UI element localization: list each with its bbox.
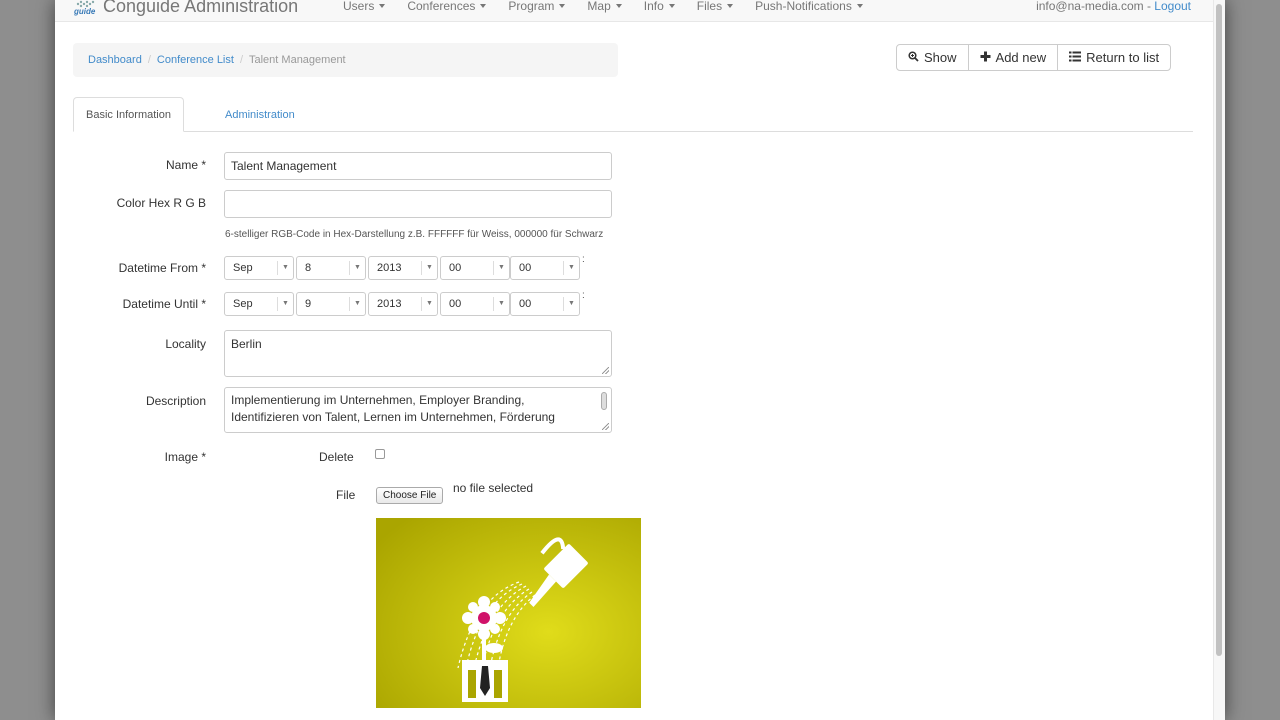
no-file-text: no file selected [453, 481, 534, 495]
image-label: Image * [164, 450, 206, 464]
locality-value: Berlin [231, 337, 262, 351]
caret-down-icon [727, 4, 734, 8]
page-scrollbar-thumb[interactable] [1216, 4, 1222, 656]
caret-down-icon [668, 4, 675, 8]
chevron-down-icon: ▼ [277, 297, 293, 311]
brand[interactable]: guide Conguide Administration [73, 0, 298, 17]
resize-grip-icon[interactable] [602, 367, 609, 374]
breadcrumb-separator: / [147, 54, 151, 66]
breadcrumb-separator: / [239, 54, 243, 66]
chevron-down-icon: ▼ [349, 297, 365, 311]
caret-down-icon [559, 4, 566, 8]
from-day-select[interactable]: 8 ▼ [296, 256, 366, 280]
tab-basic-information[interactable]: Basic Information [73, 97, 184, 132]
user-email: info@na-media.com [1036, 0, 1144, 13]
caret-down-icon [480, 4, 487, 8]
from-year-select[interactable]: 2013 ▼ [368, 256, 438, 280]
color-input[interactable] [224, 190, 612, 218]
textarea-scrollbar[interactable] [601, 392, 607, 410]
until-month-select[interactable]: Sep ▼ [224, 292, 294, 316]
nav-files[interactable]: Files [697, 0, 734, 13]
nav-users[interactable]: Users [343, 0, 386, 13]
return-to-list-button[interactable]: Return to list [1057, 44, 1172, 71]
logo-word: guide [74, 6, 96, 16]
until-year-select[interactable]: 2013 ▼ [368, 292, 438, 316]
plus-icon [980, 51, 991, 65]
conference-image [376, 518, 641, 708]
chevron-down-icon: ▼ [421, 297, 437, 311]
description-textarea[interactable]: Implementierung im Unternehmen, Employer… [224, 387, 612, 433]
breadcrumb-conference-list[interactable]: Conference List [157, 54, 234, 66]
from-hour-select[interactable]: 00 ▼ [440, 256, 510, 280]
navbar: guide Conguide Administration Users Conf… [55, 0, 1213, 22]
action-button-group: Show Add new Return to list [896, 44, 1172, 71]
tab-bar: Basic Information Administration [73, 97, 1193, 132]
until-hour-select[interactable]: 00 ▼ [440, 292, 510, 316]
page-scrollbar[interactable] [1213, 0, 1225, 720]
description-label: Description [145, 394, 206, 408]
nav-user: info@na-media.com - Logout [1036, 0, 1191, 13]
name-label: Name * [165, 158, 206, 172]
locality-textarea[interactable]: Berlin [224, 330, 612, 377]
user-separator: - [1143, 0, 1155, 13]
chevron-down-icon: ▼ [563, 297, 579, 311]
tab-administration[interactable]: Administration [213, 97, 307, 132]
caret-down-icon [379, 4, 386, 8]
time-colon: : [582, 290, 585, 301]
resize-grip-icon[interactable] [602, 423, 609, 430]
nav-info[interactable]: Info [644, 0, 675, 13]
time-colon: : [582, 254, 585, 265]
color-label: Color Hex R G B [116, 196, 206, 210]
nav-map[interactable]: Map [587, 0, 622, 13]
name-input[interactable]: Talent Management [224, 152, 612, 180]
file-label: File [336, 488, 356, 502]
chevron-down-icon: ▼ [493, 261, 509, 275]
delete-label: Delete [319, 450, 354, 464]
chevron-down-icon: ▼ [563, 261, 579, 275]
locality-label: Locality [165, 337, 206, 351]
datetime-until-label: Datetime Until * [122, 297, 206, 311]
caret-down-icon [856, 4, 863, 8]
zoom-icon [908, 50, 919, 65]
nav-program[interactable]: Program [508, 0, 566, 13]
breadcrumb-dashboard[interactable]: Dashboard [88, 54, 142, 66]
chevron-down-icon: ▼ [493, 297, 509, 311]
caret-down-icon [615, 4, 622, 8]
until-minute-select[interactable]: 00 ▼ [510, 292, 580, 316]
from-month-select[interactable]: Sep ▼ [224, 256, 294, 280]
breadcrumb-current: Talent Management [249, 54, 346, 66]
nav-push-notifications[interactable]: Push-Notifications [755, 0, 863, 13]
show-button[interactable]: Show [896, 44, 969, 71]
chevron-down-icon: ▼ [349, 261, 365, 275]
breadcrumb: Dashboard / Conference List / Talent Man… [73, 43, 618, 77]
choose-file-button[interactable]: Choose File [376, 487, 444, 504]
until-day-select[interactable]: 9 ▼ [296, 292, 366, 316]
browser-window: guide Conguide Administration Users Conf… [55, 0, 1225, 720]
chevron-down-icon: ▼ [421, 261, 437, 275]
datetime-from-label: Datetime From * [118, 261, 206, 275]
conguide-logo-icon: guide [73, 0, 97, 17]
brand-title: Conguide Administration [103, 0, 299, 16]
list-icon [1069, 51, 1082, 65]
add-new-button[interactable]: Add new [967, 44, 1059, 71]
delete-checkbox[interactable] [375, 449, 385, 459]
logout-link[interactable]: Logout [1154, 0, 1191, 13]
color-help-text: 6-stelliger RGB-Code in Hex-Darstellung … [225, 229, 604, 240]
return-to-list-label: Return to list [1086, 50, 1160, 65]
nav-menu: Users Conferences Program Map Info Files… [343, 0, 885, 13]
add-new-label: Add new [995, 50, 1047, 65]
nav-conferences[interactable]: Conferences [407, 0, 487, 13]
description-value: Implementierung im Unternehmen, Employer… [231, 393, 555, 424]
show-label: Show [924, 50, 957, 65]
chevron-down-icon: ▼ [277, 261, 293, 275]
from-minute-select[interactable]: 00 ▼ [510, 256, 580, 280]
